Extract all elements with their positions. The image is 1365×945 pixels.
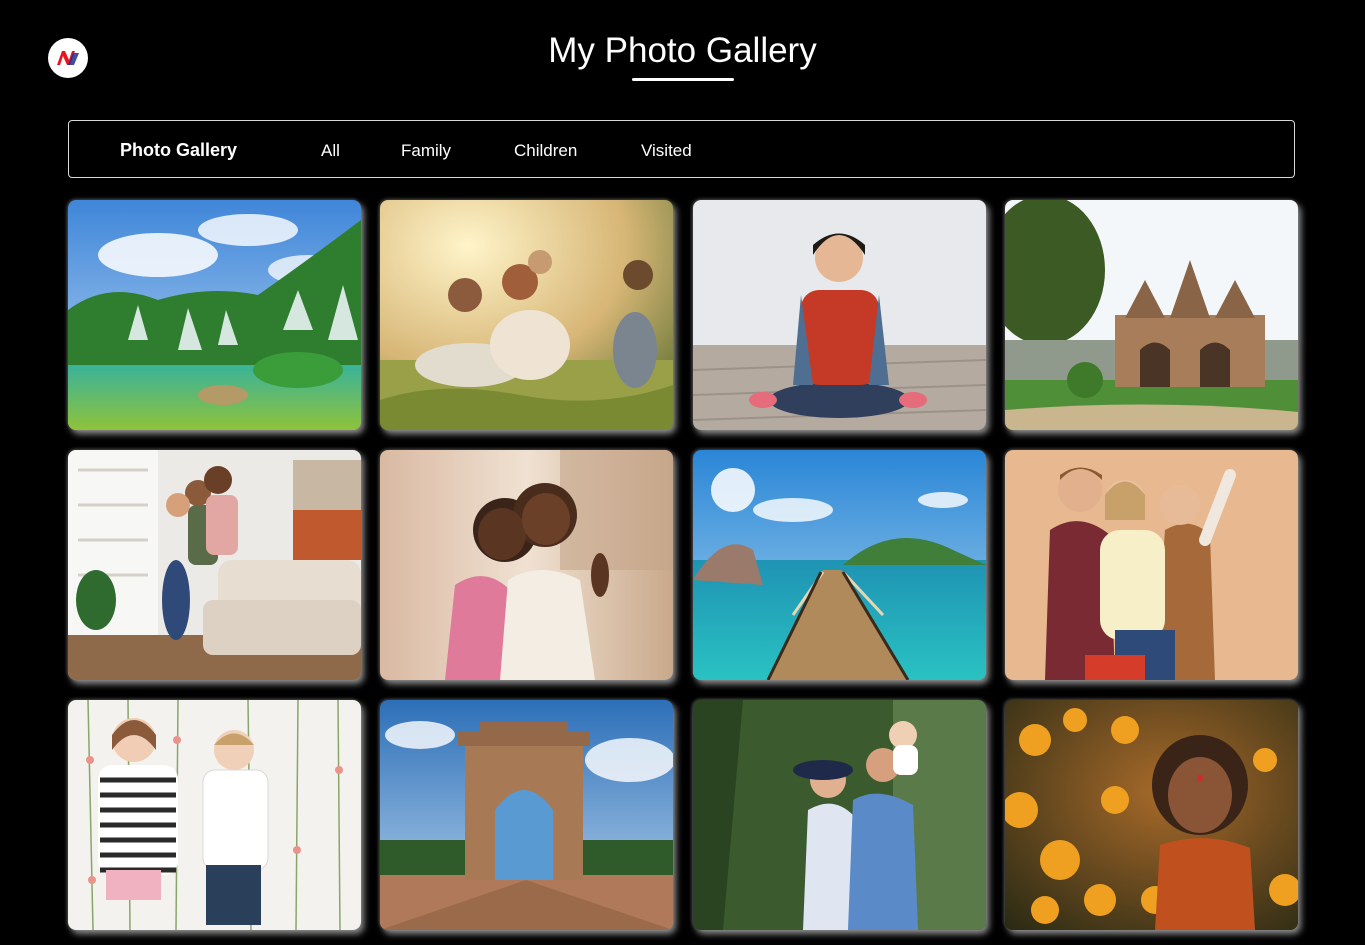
nav-link-all[interactable]: All [321, 141, 340, 161]
navbar: Photo Gallery All Family Children Visite… [68, 120, 1295, 178]
boardwalk-island-photo[interactable] [693, 450, 986, 680]
girl-with-flowers-photo[interactable] [1005, 700, 1298, 930]
stone-temple-photo[interactable] [1005, 200, 1298, 430]
page-title: My Photo Gallery [548, 31, 817, 70]
two-boys-hugging-photo[interactable] [380, 450, 673, 680]
nav-link-family[interactable]: Family [401, 141, 451, 161]
girl-and-boy-holding-hands-photo[interactable] [68, 700, 361, 930]
nav-link-children[interactable]: Children [514, 141, 577, 161]
india-gate-photo[interactable] [380, 700, 673, 930]
title-underline [632, 78, 734, 81]
navbar-brand[interactable]: Photo Gallery [120, 140, 237, 160]
nav-link-visited[interactable]: Visited [641, 141, 692, 161]
waterfall-landscape-photo[interactable] [68, 200, 361, 430]
girl-sitting-photo[interactable] [693, 200, 986, 430]
family-picnic-photo[interactable] [380, 200, 673, 430]
family-pointing-photo[interactable] [1005, 450, 1298, 680]
gallery-page: My Photo Gallery Photo Gallery All Famil… [0, 0, 1365, 945]
couple-with-baby-photo[interactable] [693, 700, 986, 930]
family-on-sofa-photo[interactable] [68, 450, 361, 680]
